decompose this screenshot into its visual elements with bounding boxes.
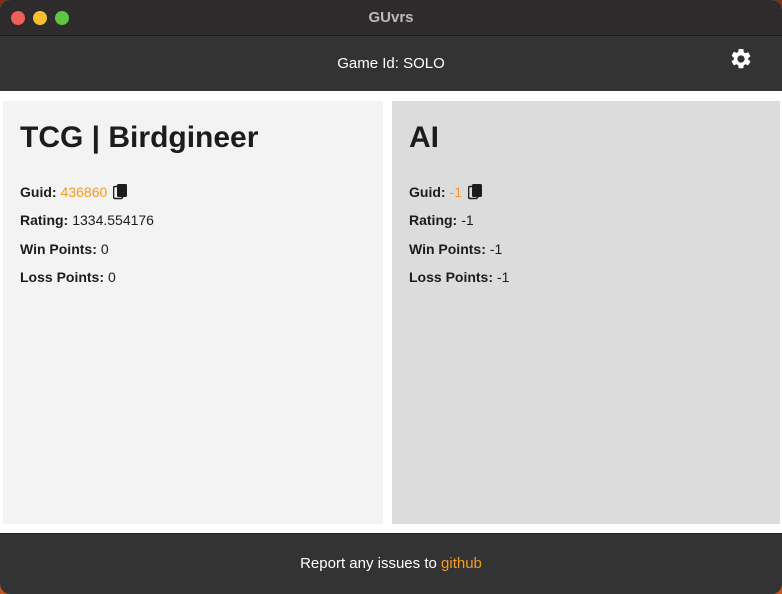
win-points-row: Win Points: 0 (20, 235, 366, 263)
loss-points-row: Loss Points: 0 (20, 263, 366, 291)
rating-row: Rating: 1334.554176 (20, 206, 366, 234)
window-title: GUvrs (368, 9, 414, 26)
title-bar: GUvrs (0, 0, 782, 36)
loss-points-value: -1 (497, 269, 510, 286)
win-points-row: Win Points: -1 (409, 235, 763, 263)
guid-value: 436860 (60, 184, 108, 201)
loss-points-row: Loss Points: -1 (409, 263, 763, 291)
guid-row: Guid: 436860 (20, 178, 366, 206)
loss-points-value: 0 (108, 269, 116, 286)
players-area: TCG | Birdgineer Guid: 436860 Rating: 13… (0, 91, 782, 533)
game-id-label: Game Id: SOLO (337, 55, 445, 72)
guid-value: -1 (449, 184, 462, 201)
rating-label: Rating: (20, 212, 69, 229)
win-points-value: -1 (489, 240, 503, 257)
copy-icon[interactable] (468, 184, 482, 200)
app-header: Game Id: SOLO (0, 36, 782, 91)
footer-message: Report any issues to (300, 555, 437, 572)
guid-row: Guid: -1 (409, 178, 763, 206)
loss-points-label: Loss Points: (20, 269, 105, 286)
app-window: GUvrs Game Id: SOLO TCG | Birdgineer Gui… (0, 0, 782, 594)
rating-value: 1334.554176 (72, 212, 154, 229)
rating-label: Rating: (409, 212, 458, 229)
player-panel-left: TCG | Birdgineer Guid: 436860 Rating: 13… (3, 101, 383, 524)
rating-row: Rating: -1 (409, 206, 763, 234)
win-points-label: Win Points: (409, 240, 486, 257)
win-points-value: 0 (100, 240, 109, 257)
rating-value: -1 (461, 212, 474, 229)
loss-points-label: Loss Points: (409, 269, 494, 286)
gear-icon[interactable] (729, 47, 753, 71)
footer: Report any issues to github (0, 533, 782, 594)
footer-text: Report any issues to github (0, 555, 782, 572)
player-panel-right: AI Guid: -1 Rating: -1 Win Points: -1 Lo… (392, 101, 780, 524)
github-link[interactable]: github (441, 555, 482, 572)
player-name: TCG | Birdgineer (20, 121, 259, 154)
player-name: AI (409, 121, 439, 154)
win-points-label: Win Points: (20, 240, 97, 257)
guid-label: Guid: (20, 184, 57, 201)
copy-icon[interactable] (113, 184, 128, 200)
guid-label: Guid: (409, 184, 446, 201)
